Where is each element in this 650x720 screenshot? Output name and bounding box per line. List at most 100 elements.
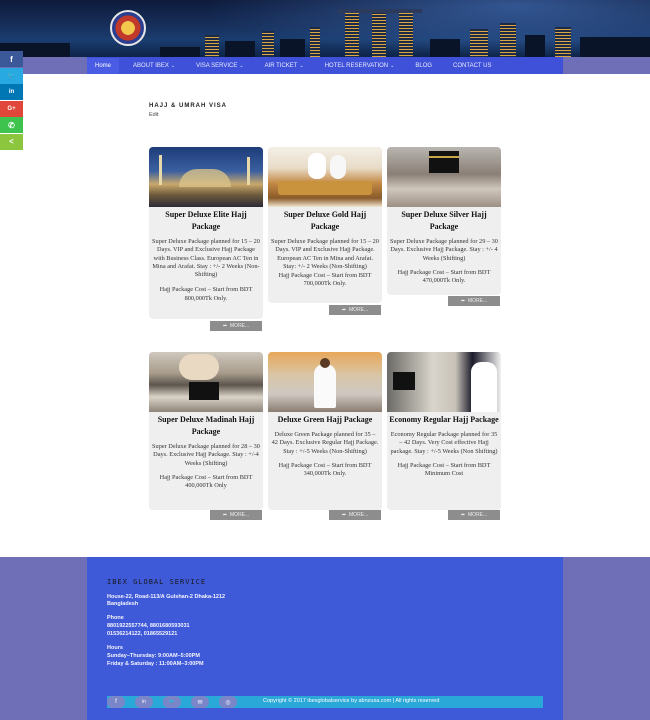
footer-address-country: Bangladesh	[107, 601, 139, 607]
nav-item-about[interactable]: ABOUT IBEX ⌄	[133, 63, 175, 69]
skypark-deck	[338, 9, 422, 13]
skyline-building	[470, 29, 488, 57]
facebook-icon[interactable]: f	[107, 696, 125, 708]
arrow-icon: ➦	[222, 323, 228, 329]
more-label: MORE...	[468, 512, 488, 518]
nav-label: HOTEL RESERVATION	[324, 62, 389, 69]
card-title[interactable]: Super Deluxe Silver Hajj Package	[387, 209, 501, 233]
skyline-building	[525, 35, 545, 57]
more-label: MORE...	[349, 512, 369, 518]
footer-hours-label: Hours	[107, 645, 123, 651]
card-cost: Hajj Package Cost – Start from BDT 800,0…	[159, 286, 253, 302]
card-image-pilgrim-white[interactable]	[268, 352, 382, 412]
nav-bar: Home ABOUT IBEX ⌄ VISA SERVICE ⌄ AIR TICKE…	[0, 57, 650, 74]
package-card: Economy Regular Hajj Package Economy Reg…	[387, 352, 501, 510]
package-card: Super Deluxe Elite Hajj Package Super De…	[149, 147, 263, 319]
skyline-building	[500, 23, 516, 57]
skyline-building	[262, 31, 274, 57]
card-title[interactable]: Super Deluxe Gold Hajj Package	[268, 209, 382, 233]
footer-phone: 8801922557744, 8801680593031	[107, 623, 190, 629]
card-description: Super Deluxe Package planned for 15 – 20…	[271, 238, 379, 270]
marina-tower	[345, 11, 359, 57]
package-card: Deluxe Green Hajj Package Deluxe Green P…	[268, 352, 382, 510]
skyline-building	[280, 39, 305, 57]
package-card: Super Deluxe Silver Hajj Package Super D…	[387, 147, 501, 295]
page: Home ABOUT IBEX ⌄ VISA SERVICE ⌄ AIR TICKE…	[0, 0, 650, 720]
more-label: MORE...	[230, 323, 250, 329]
footer-phone-label: Phone	[107, 615, 124, 621]
nav-label: VISA SERVICE	[196, 62, 238, 69]
nav-label: Home	[95, 62, 112, 69]
chevron-down-icon: ⌄	[239, 62, 244, 69]
nav-label: CONTACT US	[453, 62, 492, 69]
arrow-icon: ➦	[341, 307, 347, 313]
marina-tower	[372, 9, 386, 57]
social-share-bar: f 🐦 in G+ ✆ <	[0, 51, 23, 150]
card-image-kaaba-crowd[interactable]	[387, 147, 501, 207]
more-button[interactable]: ➦ MORE...	[210, 510, 262, 520]
nav-item-home[interactable]: Home	[87, 57, 120, 74]
skyline-building	[310, 27, 320, 57]
package-card: Super Deluxe Gold Hajj Package Super Del…	[268, 147, 382, 303]
company-logo[interactable]	[110, 10, 146, 46]
card-cost: Hajj Package Cost – Start from BDT 470,0…	[397, 268, 491, 285]
facebook-icon[interactable]: f	[0, 51, 23, 67]
card-cost: Hajj Package Cost – Start from BDT Minim…	[397, 461, 491, 478]
card-image-praying-hands[interactable]	[149, 352, 263, 412]
arrow-icon: ➦	[460, 298, 466, 304]
footer-content: IBEX GLOBAL SERVICE House-22, Road-113/A…	[87, 557, 563, 720]
linkedin-icon[interactable]: in	[0, 84, 23, 100]
twitter-icon[interactable]: 🐦	[0, 67, 23, 84]
nav-item-visa-service[interactable]: VISA SERVICE ⌄	[196, 63, 243, 69]
footer-social-icons: f in 🐦 ✉ ◎	[107, 696, 247, 708]
nav-item-contact[interactable]: CONTACT US	[453, 63, 491, 69]
card-description: Super Deluxe Package planned for 28 – 30…	[152, 443, 260, 467]
nav-item-air-ticket[interactable]: AIR TICKET ⌄	[265, 63, 304, 69]
nav-label: BLOG	[415, 62, 433, 69]
site-footer: IBEX GLOBAL SERVICE House-22, Road-113/A…	[0, 557, 650, 720]
card-description: Super Deluxe Package planned for 29 – 30…	[390, 238, 498, 262]
googleplus-icon[interactable]: G+	[0, 100, 23, 117]
linkedin-icon[interactable]: in	[135, 696, 153, 708]
arrow-icon: ➦	[341, 512, 347, 518]
footer-hours: Friday & Saturday : 11:00AM–3:00PM	[107, 661, 204, 667]
skyline-building	[225, 41, 255, 57]
edit-link[interactable]: Edit	[149, 112, 158, 118]
card-title[interactable]: Economy Regular Hajj Package	[387, 414, 501, 426]
more-button[interactable]: ➦ MORE...	[329, 305, 381, 315]
instagram-icon[interactable]: ◎	[219, 696, 237, 708]
card-description: Super Deluxe Package planned for 15 – 20…	[152, 238, 260, 279]
nav-item-hotel-reservation[interactable]: HOTEL RESERVATION ⌄	[325, 63, 395, 69]
footer-hours: Sunday–Thursday: 9:00AM–5:00PM	[107, 653, 200, 659]
nav-label: ABOUT IBEX	[133, 62, 169, 69]
card-title[interactable]: Super Deluxe Elite Hajj Package	[149, 209, 263, 233]
card-image-kaaba-pilgrims[interactable]	[387, 352, 501, 412]
skyline-building	[580, 37, 650, 57]
main-menu: Home ABOUT IBEX ⌄ VISA SERVICE ⌄ AIR TICKE…	[87, 57, 563, 74]
more-button[interactable]: ➦ MORE...	[329, 510, 381, 520]
nav-label: AIR TICKET	[264, 62, 298, 69]
whatsapp-icon[interactable]: ✆	[0, 117, 23, 133]
card-cost: Hajj Package Cost – Start from BDT 340,0…	[278, 461, 372, 478]
chevron-down-icon: ⌄	[390, 62, 395, 69]
chevron-down-icon: ⌄	[299, 62, 304, 69]
card-cost: Hajj Package Cost – Start from BDT 700,0…	[278, 272, 372, 288]
more-button[interactable]: ➦ MORE...	[448, 510, 500, 520]
share-icon[interactable]: <	[0, 133, 23, 150]
more-button[interactable]: ➦ MORE...	[448, 296, 500, 306]
more-button[interactable]: ➦ MORE...	[210, 321, 262, 331]
skyline-building	[430, 39, 460, 57]
card-title[interactable]: Deluxe Green Hajj Package	[268, 414, 382, 426]
card-title[interactable]: Super Deluxe Madinah Hajj Package	[149, 414, 263, 438]
page-title: HAJJ & UMRAH VISA	[149, 103, 228, 109]
card-description: Deluxe Green Package planned for 35 – 42…	[271, 431, 379, 455]
card-cost: Hajj Package Cost – Start from BDT 400,0…	[159, 473, 253, 490]
arrow-icon: ➦	[460, 512, 466, 518]
card-image-mosque-night[interactable]	[149, 147, 263, 207]
arrow-icon: ➦	[222, 512, 228, 518]
nav-item-blog[interactable]: BLOG	[415, 63, 432, 69]
email-icon[interactable]: ✉	[191, 696, 209, 708]
card-image-pilgrims-meal[interactable]	[268, 147, 382, 207]
twitter-icon[interactable]: 🐦	[163, 696, 181, 708]
more-label: MORE...	[230, 512, 250, 518]
